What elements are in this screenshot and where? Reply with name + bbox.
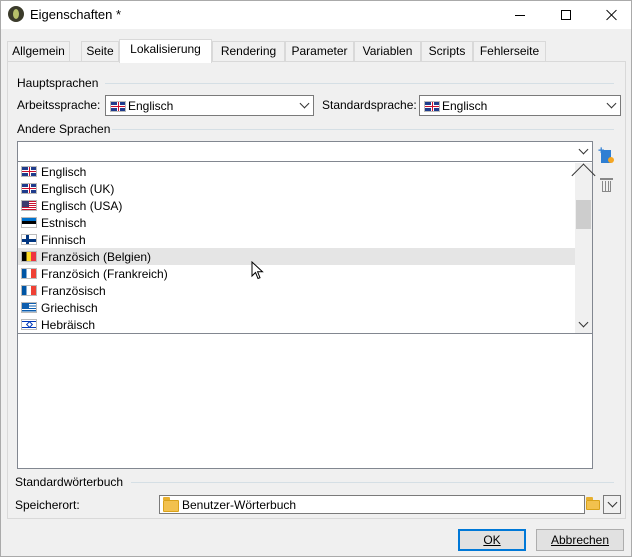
maximize-icon bbox=[561, 10, 571, 20]
trash-icon bbox=[600, 178, 613, 180]
france-flag-icon bbox=[21, 268, 37, 279]
tab-rendering[interactable]: Rendering bbox=[212, 41, 285, 62]
list-item-label: Englisch (UK) bbox=[41, 182, 115, 196]
chevron-down-icon bbox=[574, 142, 592, 161]
list-item-label: Estnisch bbox=[41, 216, 87, 230]
list-item-hovered[interactable]: Französich (Belgien) bbox=[18, 248, 575, 265]
tab-seite[interactable]: Seite bbox=[81, 41, 119, 62]
israel-flag-icon bbox=[21, 319, 37, 330]
language-dropdown-list: Englisch Englisch (UK) Englisch (USA) Es… bbox=[18, 163, 575, 333]
chevron-down-icon bbox=[607, 497, 617, 508]
list-item-label: Englisch bbox=[41, 165, 87, 179]
default-language-value: Englisch bbox=[442, 99, 488, 113]
list-item-label: Finnisch bbox=[41, 233, 86, 247]
list-item[interactable]: Englisch (USA) bbox=[18, 197, 575, 214]
mouse-cursor-icon bbox=[251, 261, 264, 280]
ok-button-label: OK bbox=[483, 533, 501, 547]
default-language-select[interactable]: Englisch bbox=[419, 95, 621, 116]
close-icon bbox=[606, 9, 618, 21]
other-languages-group-label: Andere Sprachen bbox=[17, 122, 111, 136]
tab-scripts[interactable]: Scripts bbox=[421, 41, 473, 62]
app-icon bbox=[8, 6, 24, 22]
list-item[interactable]: Estnisch bbox=[18, 214, 575, 231]
list-item-label: Englisch (USA) bbox=[41, 199, 123, 213]
window-title: Eigenschaften * bbox=[30, 7, 122, 22]
scroll-up-button[interactable] bbox=[571, 163, 596, 188]
list-scrollbar[interactable] bbox=[571, 163, 596, 333]
list-item-label: Französich (Belgien) bbox=[41, 250, 152, 264]
list-item[interactable]: Griechisch bbox=[18, 299, 575, 316]
browse-folder-button[interactable] bbox=[585, 495, 603, 514]
ok-button[interactable]: OK bbox=[458, 529, 526, 551]
group-divider bbox=[131, 482, 614, 483]
list-item[interactable]: Finnisch bbox=[18, 231, 575, 248]
tab-parameter[interactable]: Parameter bbox=[285, 41, 354, 62]
tab-fehlerseite[interactable]: Fehlerseite bbox=[473, 41, 546, 62]
new-badge-icon bbox=[608, 157, 614, 163]
france-flag-icon bbox=[21, 285, 37, 296]
list-bottom-border bbox=[18, 333, 592, 334]
list-item-label: Französisch bbox=[41, 284, 106, 298]
list-item[interactable]: Französich (Frankreich) bbox=[18, 265, 575, 282]
folder-icon bbox=[586, 497, 600, 510]
working-language-label: Arbeitssprache: bbox=[17, 98, 101, 112]
uk-flag-icon bbox=[21, 183, 37, 194]
delete-language-button[interactable] bbox=[598, 176, 616, 194]
finland-flag-icon bbox=[21, 234, 37, 245]
tab-allgemein[interactable]: Allgemein bbox=[7, 41, 70, 62]
chevron-down-icon bbox=[603, 96, 620, 115]
uk-flag-icon bbox=[110, 101, 126, 112]
belgium-flag-icon bbox=[21, 251, 37, 262]
minimize-button[interactable] bbox=[497, 1, 543, 29]
list-item[interactable]: Hebräisch bbox=[18, 316, 575, 333]
cancel-button-label: Abbrechen bbox=[550, 533, 610, 547]
group-divider bbox=[112, 129, 614, 130]
list-item[interactable]: Englisch (UK) bbox=[18, 180, 575, 197]
cancel-button[interactable]: Abbrechen bbox=[536, 529, 624, 551]
chevron-down-icon bbox=[578, 317, 589, 328]
list-item[interactable]: Französisch bbox=[18, 282, 575, 299]
add-language-button[interactable]: + bbox=[598, 146, 616, 165]
properties-dialog: Eigenschaften * Allgemein Seite Lokalisi… bbox=[0, 0, 632, 557]
close-button[interactable] bbox=[589, 1, 632, 29]
tab-variablen[interactable]: Variablen bbox=[354, 41, 421, 62]
uk-flag-icon bbox=[21, 166, 37, 177]
title-bar[interactable]: Eigenschaften * bbox=[1, 1, 631, 29]
default-language-label: Standardsprache: bbox=[322, 98, 417, 112]
working-language-value: Englisch bbox=[128, 99, 174, 113]
tab-lokalisierung[interactable]: Lokalisierung bbox=[119, 39, 212, 63]
chevron-up-icon bbox=[571, 163, 596, 188]
location-dropdown-button[interactable] bbox=[603, 495, 621, 514]
scroll-down-button[interactable] bbox=[575, 316, 592, 333]
list-item-label: Griechisch bbox=[41, 301, 98, 315]
language-filter-select[interactable] bbox=[18, 142, 592, 162]
location-label: Speicherort: bbox=[15, 498, 80, 512]
list-item[interactable]: Englisch bbox=[18, 163, 575, 180]
group-divider bbox=[105, 83, 614, 84]
scrollbar-thumb[interactable] bbox=[576, 200, 591, 229]
greece-flag-icon bbox=[21, 302, 37, 313]
chevron-down-icon bbox=[296, 96, 313, 115]
other-languages-box: Englisch Englisch (UK) Englisch (USA) Es… bbox=[17, 141, 596, 469]
location-field[interactable]: Benutzer-Wörterbuch bbox=[159, 495, 585, 514]
list-item-label: Französich (Frankreich) bbox=[41, 267, 168, 281]
us-flag-icon bbox=[21, 200, 37, 211]
list-item-label: Hebräisch bbox=[41, 318, 96, 332]
location-value: Benutzer-Wörterbuch bbox=[182, 498, 297, 512]
dictionary-group-label: Standardwörterbuch bbox=[15, 475, 124, 489]
maximize-button[interactable] bbox=[543, 1, 589, 29]
folder-icon bbox=[163, 497, 179, 512]
main-languages-group-label: Hauptsprachen bbox=[17, 76, 99, 90]
uk-flag-icon bbox=[424, 101, 440, 112]
minimize-icon bbox=[515, 14, 525, 16]
estonia-flag-icon bbox=[21, 217, 37, 228]
working-language-select[interactable]: Englisch bbox=[105, 95, 314, 116]
trash-can-body bbox=[602, 181, 611, 192]
